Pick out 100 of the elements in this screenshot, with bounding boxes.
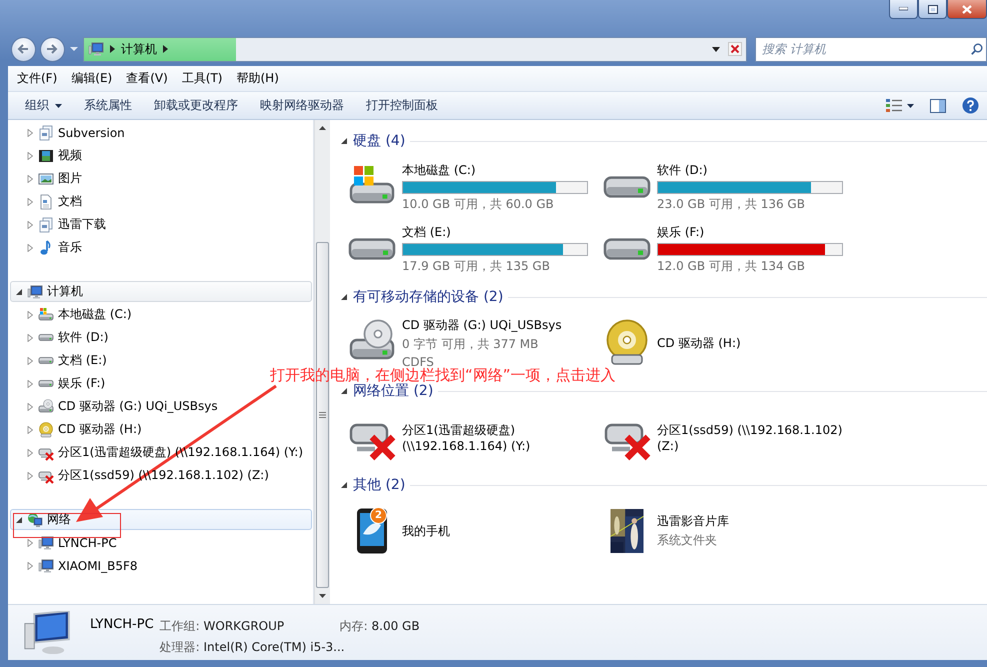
disc-drive-icon [38,398,54,414]
breadcrumb-arrow-icon[interactable] [162,45,168,53]
item-name[interactable]: CD 驱动器 (G:) UQi_USBsys [402,317,600,334]
item-name[interactable]: 我的手机 [402,522,600,540]
item-info: 10.0 GB 可用，共 60.0 GB [402,196,555,212]
help-icon[interactable] [962,97,979,114]
expand-arrow-icon[interactable] [26,426,34,434]
tree-item[interactable]: LYNCH-PC [8,532,121,553]
expand-arrow-icon[interactable] [26,244,34,252]
group-heading[interactable]: 有可移动存储的设备 (2) [353,288,504,306]
expand-arrow-icon[interactable] [26,198,34,206]
collapse-arrow-icon[interactable] [340,293,348,301]
computer-icon [27,284,43,300]
item-info: CDFS [402,355,434,369]
scrollbar[interactable] [314,120,330,604]
collapse-arrow-icon[interactable] [15,516,23,524]
menu-item[interactable]: 查看(V) [119,70,175,87]
preview-pane-icon[interactable] [930,98,946,112]
maximize-icon [928,4,938,14]
caret-icon [55,104,62,108]
toolbar-button[interactable]: 组织 [14,97,73,114]
search-icon[interactable] [971,42,983,54]
group-heading[interactable]: 硬盘 (4) [353,132,406,150]
toolbar-button[interactable]: 映射网络驱动器 [249,97,355,114]
item-name[interactable]: 文档 (E:) [402,224,600,240]
item-name[interactable]: 本地磁盘 (C:) [402,162,600,178]
tree-item[interactable]: 迅雷下载 [8,214,110,235]
tree-label: CD 驱动器 (G:) UQi_USBsys [58,398,218,415]
toolbar-button[interactable]: 卸载或更改程序 [143,97,249,114]
scroll-up-icon[interactable] [319,126,326,130]
toolbar-button[interactable]: 系统属性 [73,97,143,114]
minimize-button[interactable] [889,0,918,19]
expand-arrow-icon[interactable] [26,128,34,136]
collapse-arrow-icon[interactable] [340,481,348,489]
tree-item[interactable]: 计算机 [10,281,312,302]
tree-item[interactable]: 文档 [8,191,86,212]
tree-item[interactable]: 娱乐 (F:) [8,373,110,394]
address-bar[interactable]: 计算机 [82,36,747,62]
scroll-down-icon[interactable] [319,594,326,598]
expand-arrow-icon[interactable] [26,448,34,456]
tree-label: 视频 [58,147,82,164]
search-field[interactable]: 搜索 计算机 [755,36,987,62]
item-name[interactable]: 分区1(迅雷超级硬盘) (\\192.168.1.164) (Y:) [402,422,600,452]
tree-label: Subversion [58,126,125,140]
tree-item[interactable]: CD 驱动器 (H:) [8,419,146,440]
item-name[interactable]: CD 驱动器 (H:) [657,334,855,352]
tree-item[interactable]: Subversion [8,122,129,143]
tree-item[interactable]: 视频 [8,145,86,166]
item-info: 0 字节 可用，共 377 MB [402,336,540,353]
tree-item[interactable]: 文档 (E:) [8,350,111,371]
badge: 2 [370,507,387,524]
item-name[interactable]: 迅雷影音片库 [657,513,855,530]
stop-icon[interactable] [728,42,742,56]
menu-item[interactable]: 工具(T) [174,70,230,87]
forward-button[interactable] [40,36,65,62]
menu-item[interactable]: 编辑(E) [64,70,120,87]
collapse-arrow-icon[interactable] [15,288,23,296]
tree-item[interactable]: 网络 [10,509,312,530]
expand-arrow-icon[interactable] [26,220,34,228]
tree-item[interactable]: CD 驱动器 (G:) UQi_USBsys [8,396,222,417]
view-options-icon[interactable] [886,98,903,113]
collapse-arrow-icon[interactable] [340,137,348,145]
tree-item[interactable]: 本地磁盘 (C:) [8,304,136,325]
back-button[interactable] [11,36,36,62]
tree-item[interactable]: 音乐 [8,237,86,258]
expand-arrow-icon[interactable] [26,380,34,388]
group-heading[interactable]: 网络位置 (2) [353,382,434,400]
close-icon [962,4,972,14]
expand-arrow-icon[interactable] [26,356,34,364]
item-name[interactable]: 分区1(ssd59) (\\192.168.1.102) (Z:) [657,422,855,452]
tree-label: 文档 [58,193,82,210]
expand-arrow-icon[interactable] [26,402,34,410]
item-name[interactable]: 娱乐 (F:) [657,224,855,240]
expand-arrow-icon[interactable] [26,472,34,480]
forward-arrow-icon [46,44,58,54]
collapse-arrow-icon[interactable] [340,387,348,395]
tree-item[interactable]: 图片 [8,168,86,189]
network-icon [27,512,43,528]
breadcrumb[interactable]: 计算机 [120,40,157,58]
close-button[interactable] [947,0,987,19]
expand-arrow-icon[interactable] [26,152,34,160]
group-heading[interactable]: 其他 (2) [353,476,406,494]
menu-item[interactable]: 帮助(H) [230,70,286,87]
maximize-button[interactable] [918,0,947,19]
expand-arrow-icon[interactable] [26,334,34,342]
expand-arrow-icon[interactable] [26,562,34,570]
expand-arrow-icon[interactable] [26,174,34,182]
item-name[interactable]: 软件 (D:) [657,162,855,178]
expand-arrow-icon[interactable] [26,310,34,318]
toolbar-button[interactable]: 打开控制面板 [355,97,449,114]
dropdown-arrow-icon[interactable] [712,46,720,52]
scroll-thumb[interactable] [316,242,329,588]
tree-label: 娱乐 (F:) [58,375,106,392]
tree-label: 文档 (E:) [58,352,107,369]
tree-item[interactable]: XIAOMI_B5F8 [8,555,142,576]
caret-icon[interactable] [907,104,914,108]
expand-arrow-icon[interactable] [26,538,34,546]
tree-label: 迅雷下载 [58,216,106,233]
menu-item[interactable]: 文件(F) [10,70,64,87]
tree-item[interactable]: 软件 (D:) [8,327,112,348]
